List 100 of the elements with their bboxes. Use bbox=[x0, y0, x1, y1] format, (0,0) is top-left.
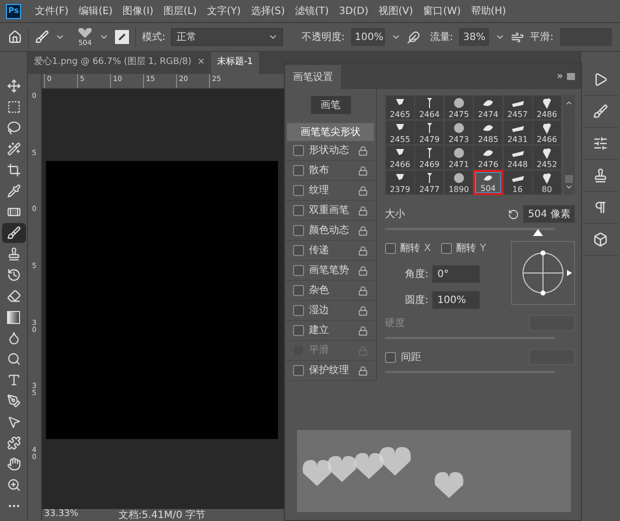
checkbox[interactable] bbox=[440, 243, 452, 254]
document-tab[interactable]: 未标题-1 bbox=[210, 52, 259, 74]
lock-icon[interactable] bbox=[358, 326, 368, 336]
checkbox[interactable] bbox=[293, 285, 304, 296]
brush-preset[interactable]: 2469 bbox=[414, 145, 444, 170]
lock-icon[interactable] bbox=[358, 226, 368, 236]
heart-brush-icon[interactable] bbox=[77, 27, 93, 39]
lock-icon[interactable] bbox=[358, 186, 368, 196]
option-label[interactable]: 散布 bbox=[309, 163, 353, 178]
brushes-button[interactable]: 画笔 bbox=[310, 96, 350, 114]
menu-item[interactable]: 编辑(E) bbox=[78, 4, 113, 18]
brush-preset[interactable]: 2486 bbox=[532, 95, 562, 120]
brush-preset[interactable]: 2479 bbox=[414, 120, 444, 145]
reset-icon[interactable] bbox=[508, 208, 519, 220]
option-label[interactable]: 双重画笔 bbox=[309, 203, 353, 218]
menu-item[interactable]: 文件(F) bbox=[35, 4, 69, 18]
checkbox[interactable] bbox=[293, 265, 304, 276]
lock-icon[interactable] bbox=[358, 306, 368, 316]
checkbox[interactable] bbox=[293, 305, 304, 316]
flow-field[interactable]: 38% bbox=[459, 28, 490, 46]
checkbox[interactable] bbox=[385, 243, 396, 254]
brush-preset[interactable]: 2448 bbox=[502, 145, 532, 170]
size-slider[interactable] bbox=[385, 225, 555, 237]
brush-preset[interactable]: 2465 bbox=[385, 95, 415, 120]
menu-item[interactable]: 视图(V) bbox=[378, 4, 414, 18]
checkbox[interactable] bbox=[293, 365, 304, 376]
checkbox[interactable] bbox=[293, 205, 304, 216]
option-label[interactable]: 杂色 bbox=[309, 283, 353, 298]
lock-icon[interactable] bbox=[358, 266, 368, 276]
lock-icon[interactable] bbox=[358, 146, 368, 156]
checkbox[interactable] bbox=[293, 325, 304, 336]
menu-item[interactable]: 帮助(H) bbox=[470, 4, 506, 18]
brush-preset[interactable]: 504 bbox=[473, 170, 504, 195]
brush-preset[interactable]: 2471 bbox=[444, 145, 474, 170]
menu-item[interactable]: 文字(Y) bbox=[206, 4, 241, 18]
panel-menu-icon[interactable] bbox=[567, 72, 575, 80]
brush-preset[interactable]: 2485 bbox=[473, 120, 504, 145]
brush-preset[interactable]: 80 bbox=[532, 170, 562, 195]
pressure-icon[interactable] bbox=[406, 30, 420, 44]
panel-tab[interactable]: 画笔设置 bbox=[285, 65, 341, 89]
lock-icon[interactable] bbox=[358, 206, 368, 216]
lock-icon[interactable] bbox=[358, 286, 368, 296]
app-logo[interactable]: Ps bbox=[6, 4, 21, 18]
brush-preset[interactable]: 2466 bbox=[532, 120, 562, 145]
roundness-field[interactable]: 100% bbox=[432, 291, 480, 309]
option-label[interactable]: 画笔笔势 bbox=[309, 263, 353, 278]
option-label[interactable]: 保护纹理 bbox=[309, 363, 353, 378]
brush-preset[interactable]: 2475 bbox=[444, 95, 474, 120]
checkbox[interactable] bbox=[293, 245, 304, 256]
menu-item[interactable]: 3D(D) bbox=[338, 4, 368, 18]
brush-preset[interactable]: 2464 bbox=[414, 95, 444, 120]
mode-dropdown[interactable]: 正常 bbox=[171, 28, 284, 46]
scroll-up-icon[interactable] bbox=[565, 99, 574, 107]
menu-item[interactable]: 选择(S) bbox=[250, 4, 285, 18]
angle-roundness-widget[interactable] bbox=[511, 241, 575, 305]
scrollbar[interactable] bbox=[563, 95, 575, 195]
option-label[interactable]: 建立 bbox=[309, 323, 353, 338]
airbrush-icon[interactable] bbox=[511, 30, 524, 44]
brush-preset[interactable]: 16 bbox=[502, 170, 532, 195]
checkbox[interactable] bbox=[293, 185, 304, 196]
option-label[interactable]: 颜色动态 bbox=[309, 223, 353, 238]
menu-item[interactable]: 滤镜(T) bbox=[294, 4, 329, 18]
brush-preset[interactable]: 2474 bbox=[473, 95, 504, 120]
brush-preset[interactable]: 2477 bbox=[414, 170, 444, 195]
scroll-thumb[interactable] bbox=[565, 175, 574, 183]
option-label[interactable]: 传递 bbox=[309, 243, 353, 258]
lock-icon[interactable] bbox=[358, 166, 368, 176]
lock-icon[interactable] bbox=[358, 366, 368, 376]
checkbox[interactable] bbox=[293, 165, 304, 176]
brush-preset[interactable]: 2476 bbox=[473, 145, 504, 170]
option-label[interactable]: 纹理 bbox=[309, 183, 353, 198]
close-tab-button[interactable]: × bbox=[197, 56, 205, 70]
brush-preset[interactable]: 2379 bbox=[385, 170, 415, 195]
document-size: 文档:5.41M/0 字节 bbox=[118, 508, 206, 521]
menu-item[interactable]: 图像(I) bbox=[122, 4, 154, 18]
brush-icon[interactable] bbox=[35, 30, 49, 44]
brush-preset[interactable]: 2452 bbox=[532, 145, 562, 170]
brush-preset[interactable]: 2457 bbox=[502, 95, 532, 120]
checkbox[interactable] bbox=[385, 352, 396, 362]
angle-field[interactable]: 0° bbox=[432, 265, 480, 283]
checkbox[interactable] bbox=[293, 225, 304, 236]
section-item[interactable]: 画笔笔尖形状 bbox=[287, 123, 374, 141]
scroll-down-icon[interactable] bbox=[565, 183, 574, 191]
slider-thumb[interactable] bbox=[533, 229, 543, 236]
opacity-field[interactable]: 100% bbox=[350, 28, 385, 46]
home-icon[interactable] bbox=[8, 30, 22, 44]
brush-preset[interactable]: 2473 bbox=[444, 120, 474, 145]
lock-icon[interactable] bbox=[358, 246, 368, 256]
menu-item[interactable]: 图层(L) bbox=[163, 4, 197, 18]
brush-preset[interactable]: 2455 bbox=[385, 120, 415, 145]
checkbox[interactable] bbox=[293, 145, 304, 156]
brush-panel-toggle-icon[interactable] bbox=[115, 30, 129, 44]
brush-preset[interactable]: 2431 bbox=[502, 120, 532, 145]
option-label[interactable]: 湿边 bbox=[309, 303, 353, 318]
option-label[interactable]: 形状动态 bbox=[309, 143, 353, 158]
tool-button[interactable] bbox=[2, 223, 26, 243]
collapse-button[interactable]: » bbox=[556, 68, 563, 84]
size-field[interactable]: 504 像素 bbox=[523, 205, 575, 223]
menu-item[interactable]: 窗口(W) bbox=[423, 4, 461, 18]
brush-preset[interactable]: 2466 bbox=[385, 145, 415, 170]
